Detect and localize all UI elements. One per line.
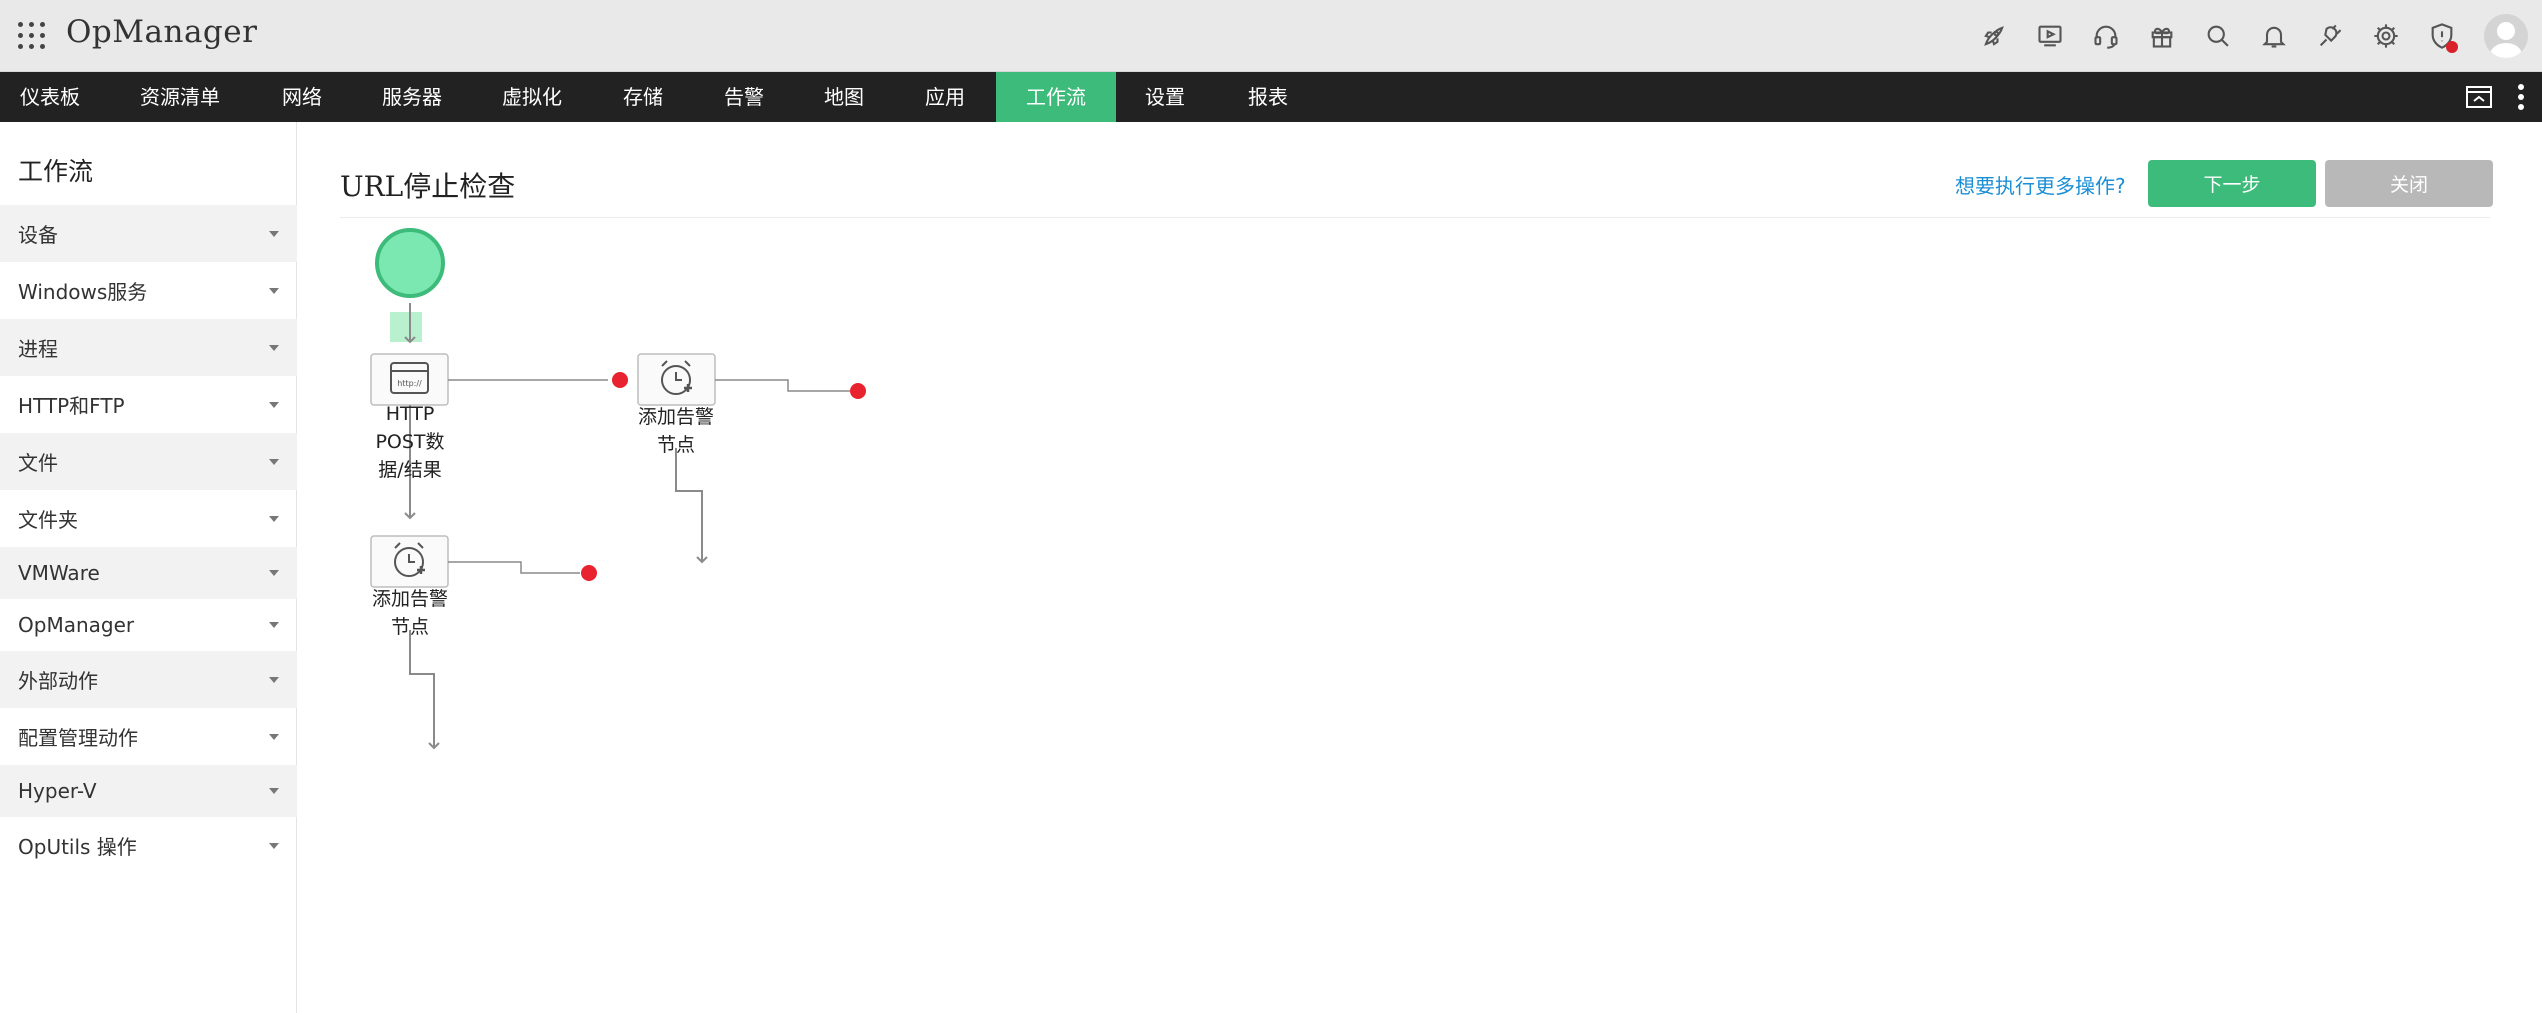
avatar[interactable] (2484, 14, 2528, 58)
sidebar-item-config-management[interactable]: 配置管理动作 (0, 708, 297, 765)
headset-icon[interactable] (2086, 16, 2126, 56)
workflow-start-node[interactable] (375, 228, 445, 298)
sidebar-item-label: 设备 (18, 223, 58, 247)
right-alarm-down-arrow (675, 448, 708, 564)
sidebar-item-opmanager[interactable]: OpManager (0, 599, 297, 651)
alert-indicator-dot (2446, 41, 2458, 53)
caret-down-icon (269, 230, 279, 237)
http-node-label: HTTP POST数 据/结果 (350, 400, 470, 484)
sidebar-item-processes[interactable]: 进程 (0, 319, 297, 376)
main-nav: 仪表板 资源清单 网络 服务器 虚拟化 存储 告警 地图 应用 工作流 设置 报… (0, 72, 2542, 122)
security-alert-icon[interactable] (2422, 16, 2462, 56)
more-actions-link[interactable]: 想要执行更多操作? (1955, 170, 2126, 199)
nav-maps[interactable]: 地图 (810, 72, 878, 122)
plug-icon[interactable] (2310, 16, 2350, 56)
nav-dashboard[interactable]: 仪表板 (0, 72, 100, 122)
add-alarm-node-bottom[interactable] (370, 535, 449, 588)
sidebar-item-label: 文件夹 (18, 508, 78, 532)
bottom-alarm-node-label: 添加告警 节点 (350, 585, 470, 641)
http-branch-end-dot[interactable] (612, 372, 628, 388)
caret-down-icon (269, 842, 279, 849)
workflow-diagram: http:// (370, 228, 866, 750)
bottom-alarm-down-arrow (409, 630, 440, 750)
nav-workflow[interactable]: 工作流 (996, 72, 1116, 122)
page-title: URL停止检查 (340, 170, 516, 203)
bottom-alarm-connector (448, 561, 580, 574)
http-post-node[interactable]: http:// (370, 353, 449, 406)
sidebar-item-http-ftp[interactable]: HTTP和FTP (0, 376, 297, 433)
nav-reports[interactable]: 报表 (1232, 72, 1304, 122)
caret-down-icon (269, 622, 279, 628)
start-connector-highlight (390, 312, 422, 342)
search-icon[interactable] (2198, 16, 2238, 56)
caret-down-icon (269, 570, 279, 576)
nav-apps[interactable]: 应用 (910, 72, 980, 122)
caret-down-icon (269, 401, 279, 408)
sidebar-item-label: OpUtils 操作 (18, 835, 137, 859)
right-alarm-connector (715, 379, 850, 392)
app-logo[interactable]: OpManager (66, 14, 257, 50)
sidebar-item-label: 文件 (18, 451, 58, 475)
add-alarm-node-right[interactable] (637, 353, 716, 406)
sidebar-item-label: 进程 (18, 337, 58, 361)
nav-settings[interactable]: 设置 (1130, 72, 1200, 122)
bell-icon[interactable] (2254, 16, 2294, 56)
caret-down-icon (269, 676, 279, 683)
right-alarm-end-dot[interactable] (850, 383, 866, 399)
bottom-alarm-end-dot[interactable] (581, 565, 597, 581)
nav-alarms[interactable]: 告警 (710, 72, 778, 122)
collapse-panel-icon[interactable] (2458, 72, 2500, 122)
node-label-line: POST数 (375, 431, 445, 453)
node-label-line: 添加告警 (371, 588, 448, 610)
sidebar-item-files[interactable]: 文件 (0, 433, 297, 490)
caret-down-icon (269, 515, 279, 522)
node-label-line: 节点 (656, 434, 695, 456)
node-label-line: HTTP (385, 403, 435, 425)
gift-icon[interactable] (2142, 16, 2182, 56)
sidebar-item-label: 外部动作 (18, 669, 98, 693)
sidebar-item-label: 配置管理动作 (18, 726, 138, 750)
sidebar-item-folders[interactable]: 文件夹 (0, 490, 297, 547)
app-grid-icon[interactable] (18, 22, 48, 52)
nav-inventory[interactable]: 资源清单 (120, 72, 240, 122)
header-toolbar (1974, 0, 2528, 72)
sidebar-item-label: Windows服务 (18, 280, 148, 304)
node-label-line: 添加告警 (637, 406, 714, 428)
caret-down-icon (269, 458, 279, 465)
nav-storage[interactable]: 存储 (608, 72, 678, 122)
close-button[interactable]: 关闭 (2325, 160, 2493, 207)
sidebar-item-external-actions[interactable]: 外部动作 (0, 651, 297, 708)
more-vertical-icon[interactable] (2500, 72, 2542, 122)
sidebar-item-vmware[interactable]: VMWare (0, 547, 297, 599)
sidebar-item-hyper-v[interactable]: Hyper-V (0, 765, 297, 817)
sidebar-item-oputils[interactable]: OpUtils 操作 (0, 817, 297, 874)
video-icon[interactable] (2030, 16, 2070, 56)
node-label-line: 节点 (390, 616, 429, 638)
sidebar-item-label: OpManager (18, 613, 135, 637)
caret-down-icon (269, 733, 279, 740)
sidebar-title: 工作流 (18, 157, 94, 186)
caret-down-icon (269, 788, 279, 794)
sidebar-item-label: Hyper-V (18, 779, 97, 803)
caret-down-icon (269, 287, 279, 294)
sidebar-item-label: VMWare (18, 561, 100, 585)
caret-down-icon (269, 344, 279, 351)
sidebar-item-label: HTTP和FTP (18, 394, 125, 418)
nav-servers[interactable]: 服务器 (368, 72, 456, 122)
sidebar-item-devices[interactable]: 设备 (0, 205, 297, 262)
top-header: OpManager (0, 0, 2542, 72)
next-button[interactable]: 下一步 (2148, 160, 2316, 207)
workflow-canvas[interactable]: http:// HTTP POST数 据/结果 添加告警 节点 添加告警 节点 (340, 218, 1040, 778)
nav-network[interactable]: 网络 (262, 72, 342, 122)
nav-virtualization[interactable]: 虚拟化 (488, 72, 576, 122)
gear-icon[interactable] (2366, 16, 2406, 56)
rocket-icon[interactable] (1974, 16, 2014, 56)
sidebar-item-windows-services[interactable]: Windows服务 (0, 262, 297, 319)
right-alarm-node-label: 添加告警 节点 (616, 403, 736, 459)
node-label-line: 据/结果 (378, 459, 442, 481)
svg-text:http://: http:// (397, 379, 422, 388)
